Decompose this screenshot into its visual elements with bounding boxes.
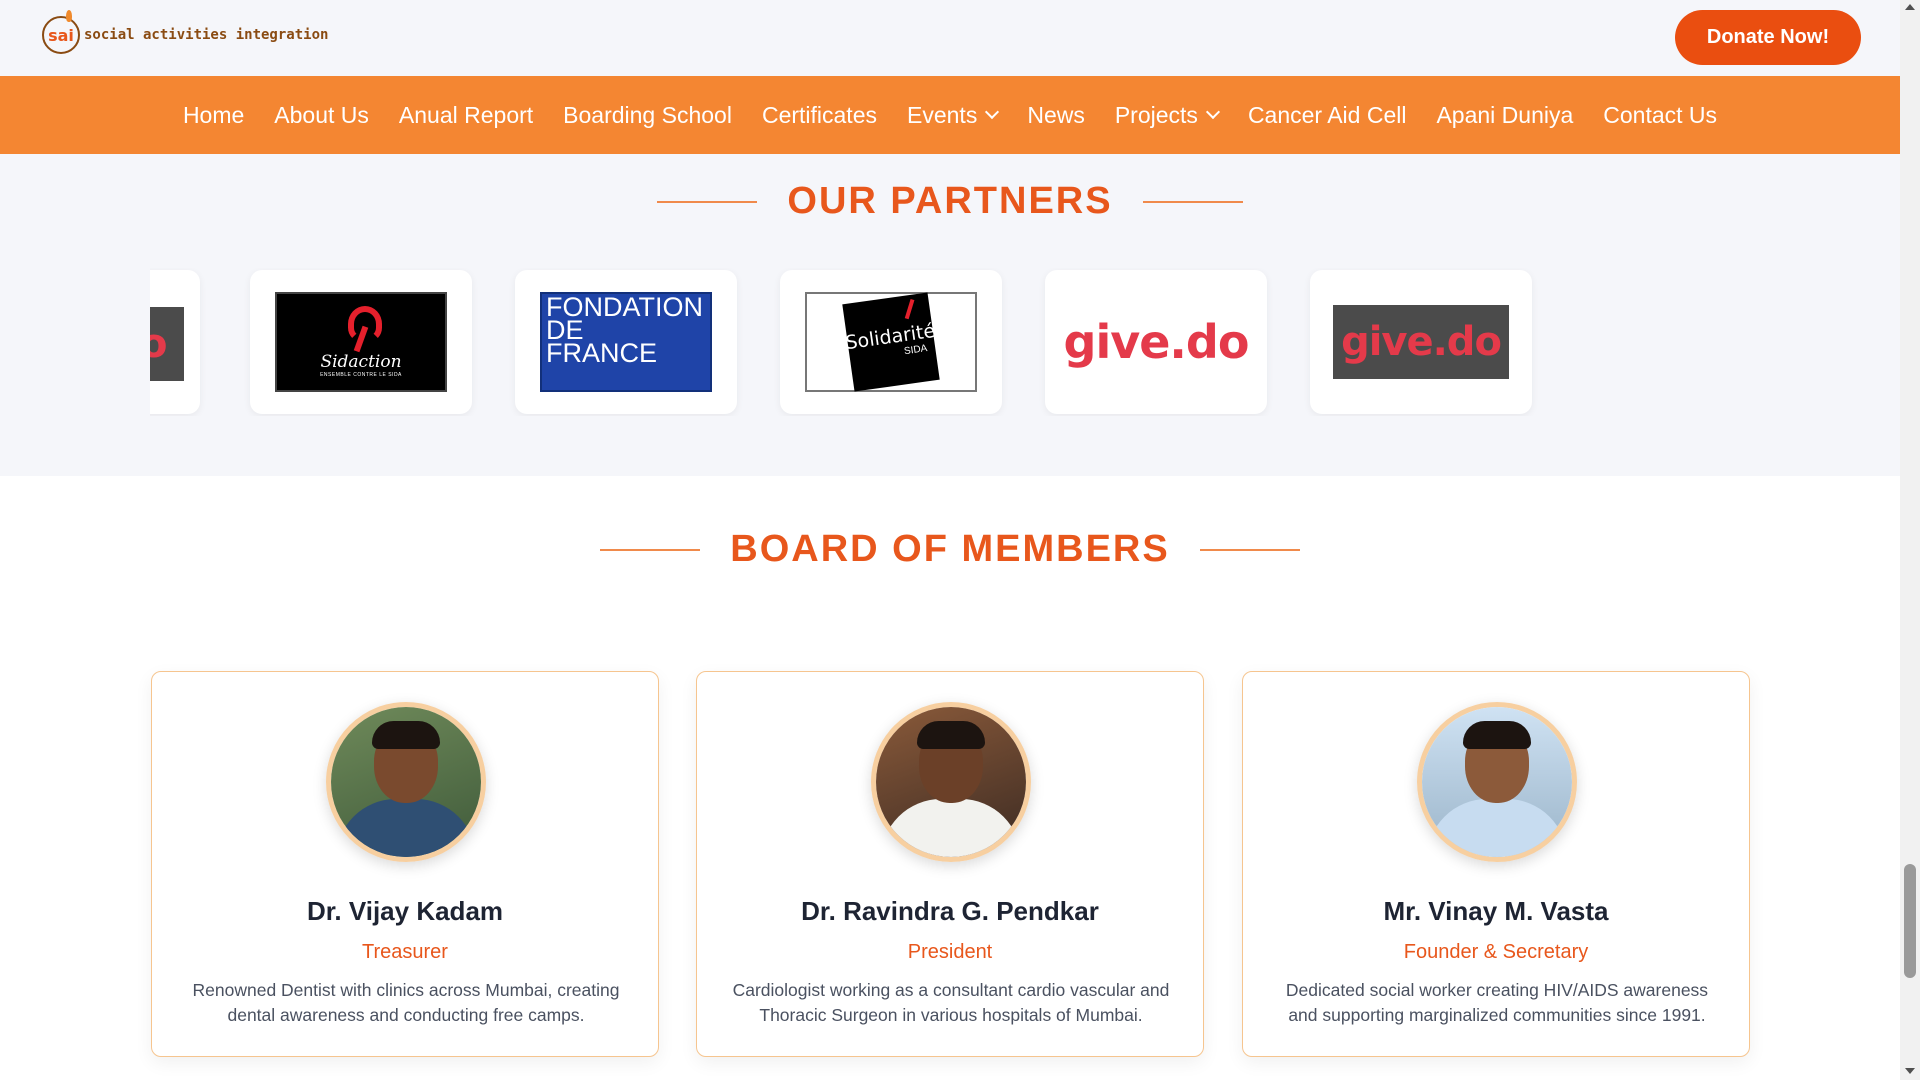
member-card-list: Dr. Vijay Kadam Treasurer Renowned Denti… <box>151 671 1751 1057</box>
nav-item-label: About Us <box>274 101 369 128</box>
member-bio: Cardiologist working as a consultant car… <box>732 980 1170 1025</box>
flame-icon <box>66 10 72 22</box>
nav-item-anual-report[interactable]: Anual Report <box>384 102 548 129</box>
heading-divider <box>657 200 758 203</box>
nav-item-projects[interactable]: Projects <box>1100 102 1233 129</box>
logo-mark-text: sai <box>48 25 74 45</box>
member-role: Treasurer <box>362 941 448 963</box>
logo-subtext: ENSEMBLE CONTRE LE SIDA <box>320 372 402 378</box>
logo-text: Sidaction <box>320 352 402 372</box>
givedo-logo: give.do <box>1063 315 1250 369</box>
partner-logo-card[interactable]: FONDATION DE FRANCE <box>515 270 737 414</box>
board-heading: BOARD OF MEMBERS <box>0 528 1900 571</box>
partners-section: OUR PARTNERS o Sidaction ENSEMBLE CONTRE… <box>0 154 1900 476</box>
chevron-down-icon <box>985 104 1000 120</box>
logo-text: social activities integration <box>84 27 329 43</box>
avatar-figure <box>917 721 985 749</box>
member-role: Founder & Secretary <box>1403 941 1589 963</box>
site-logo[interactable]: sai social activities integration <box>42 10 329 54</box>
member-card: Dr. Ravindra G. Pendkar President Cardio… <box>696 671 1204 1057</box>
nav-item-label: Apani Duniya <box>1436 101 1574 128</box>
nav-item-label: Events <box>907 101 978 128</box>
member-card: Mr. Vinay M. Vasta Founder & Secretary D… <box>1242 671 1750 1057</box>
nav-item-events[interactable]: Events <box>892 102 1012 129</box>
partner-logo-card[interactable]: give.do <box>1045 270 1267 414</box>
donate-button[interactable]: Donate Now! <box>1675 10 1861 65</box>
partner-logo-card[interactable]: give.do <box>1310 270 1532 414</box>
red-stroke-icon <box>904 298 915 320</box>
partners-heading: OUR PARTNERS <box>0 180 1900 223</box>
scrollbar-thumb[interactable] <box>1904 864 1916 978</box>
red-ribbon-icon <box>344 306 382 352</box>
nav-item-certificates[interactable]: Certificates <box>747 102 892 129</box>
solidarite-badge: Solidarité SIDA <box>842 292 940 392</box>
nav-item-label: Projects <box>1114 101 1198 128</box>
section-title: OUR PARTNERS <box>787 180 1113 222</box>
scroll-down-arrow-icon[interactable] <box>1905 1068 1915 1074</box>
heading-divider <box>1142 200 1243 203</box>
logo-text: o <box>150 321 168 367</box>
member-avatar <box>1417 702 1577 862</box>
partner-logo-card[interactable]: Sidaction ENSEMBLE CONTRE LE SIDA <box>250 270 472 414</box>
solidarite-sida-logo: Solidarité SIDA <box>805 292 977 392</box>
chevron-down-icon <box>1205 104 1221 120</box>
nav-item-label: News <box>1027 101 1085 128</box>
sidaction-logo: Sidaction ENSEMBLE CONTRE LE SIDA <box>275 292 447 392</box>
nav-item-label: Certificates <box>761 101 877 128</box>
nav-item-apani-duniya[interactable]: Apani Duniya <box>1421 102 1588 129</box>
top-bar: sai social activities integration Donate… <box>0 0 1900 76</box>
nav-item-home[interactable]: Home <box>168 102 259 129</box>
partner-logo-carousel: o Sidaction ENSEMBLE CONTRE LE SIDA FOND… <box>150 268 1550 416</box>
scroll-up-arrow-icon[interactable] <box>1905 4 1915 10</box>
nav-item-about-us[interactable]: About Us <box>259 102 384 129</box>
partner-logo-card[interactable]: o <box>150 270 200 414</box>
member-role: President <box>907 941 993 963</box>
logo-text-line: FRANCE <box>546 338 658 368</box>
nav-item-label: Home <box>182 101 245 128</box>
partner-logo-card[interactable]: Solidarité SIDA <box>780 270 1002 414</box>
page-scrollbar[interactable] <box>1900 0 1920 1080</box>
nav-item-label: Contact Us <box>1603 101 1718 128</box>
logo-subtext: SIDA <box>903 342 928 357</box>
nav-item-label: Cancer Aid Cell <box>1247 101 1407 128</box>
main-nav: Home About Us Anual Report Boarding Scho… <box>0 76 1900 154</box>
nav-item-label: Anual Report <box>398 101 534 128</box>
givedo-partial-logo: o <box>150 307 184 381</box>
heading-divider <box>1199 548 1300 551</box>
nav-item-boarding-school[interactable]: Boarding School <box>548 102 747 129</box>
nav-item-news[interactable]: News <box>1012 102 1100 129</box>
member-bio: Renowned Dentist with clinics across Mum… <box>192 980 620 1025</box>
member-name: Dr. Vijay Kadam <box>306 896 504 926</box>
member-card: Dr. Vijay Kadam Treasurer Renowned Denti… <box>151 671 659 1057</box>
member-avatar <box>871 702 1031 862</box>
member-name: Dr. Ravindra G. Pendkar <box>801 896 1099 926</box>
logo-mark: sai <box>42 10 80 54</box>
member-avatar <box>326 702 486 862</box>
nav-item-label: Boarding School <box>563 101 732 128</box>
member-bio: Dedicated social worker creating HIV/AID… <box>1285 980 1709 1025</box>
section-title: BOARD OF MEMBERS <box>730 528 1170 570</box>
logo-text: give.do <box>1341 319 1502 365</box>
givedo-dark-logo: give.do <box>1333 305 1509 379</box>
heading-divider <box>600 548 701 551</box>
fondation-de-france-logo: FONDATION DE FRANCE <box>540 292 712 392</box>
nav-item-cancer-aid-cell[interactable]: Cancer Aid Cell <box>1233 102 1422 129</box>
avatar-figure <box>372 721 440 749</box>
avatar-figure <box>1463 721 1531 749</box>
nav-item-contact-us[interactable]: Contact Us <box>1588 102 1732 129</box>
member-name: Mr. Vinay M. Vasta <box>1383 896 1609 926</box>
